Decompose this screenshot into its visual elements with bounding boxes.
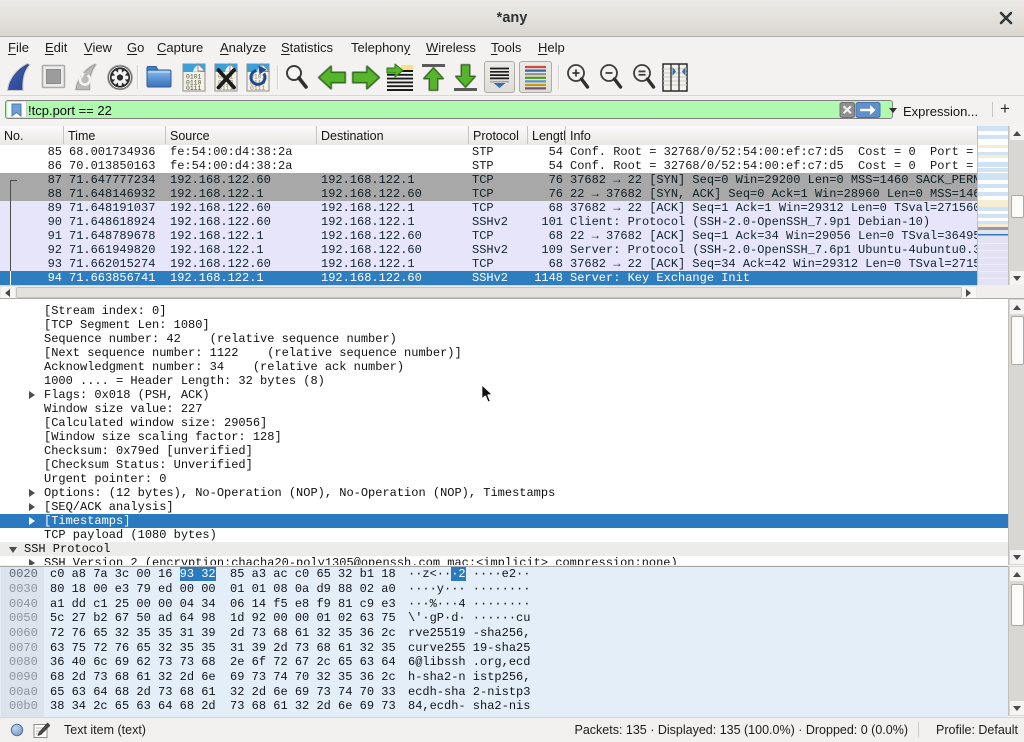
svg-text:0111: 0111 (186, 85, 202, 92)
svg-text:0111: 0111 (250, 85, 266, 92)
